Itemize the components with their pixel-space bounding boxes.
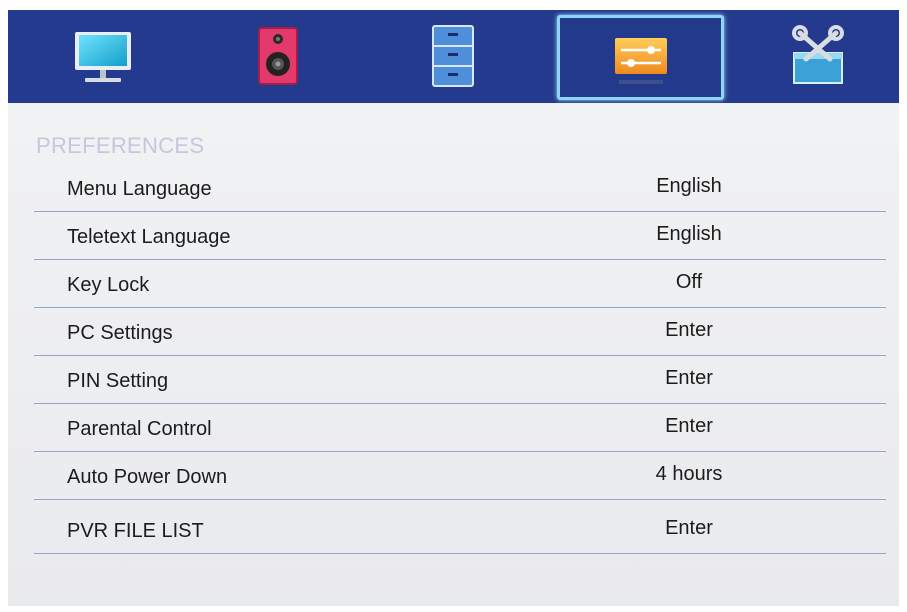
tab-sound[interactable]	[203, 10, 353, 103]
menu-item-parental-control[interactable]: Parental Control Enter	[34, 403, 886, 452]
menu-item-label: Teletext Language	[67, 226, 231, 248]
menu-item-value: English	[656, 175, 722, 197]
menu-item-pc-settings[interactable]: PC Settings Enter	[34, 307, 886, 356]
menu-item-pvr-file-list[interactable]: PVR FILE LIST Enter	[34, 505, 886, 554]
menu-item-value: Off	[675, 271, 703, 293]
page-title: PREFERENCES	[36, 133, 205, 158]
menu-item-value: 4 hours	[655, 463, 723, 485]
channel-list-icon	[432, 24, 474, 87]
menu-item-value: Enter	[665, 517, 713, 539]
menu-item-pin-setting[interactable]: PIN Setting Enter	[34, 355, 886, 404]
menu-item-value: Enter	[665, 319, 713, 341]
tab-channel[interactable]	[378, 10, 528, 103]
menu-item-label: Parental Control	[67, 418, 212, 440]
menu-item-value: Enter	[665, 367, 713, 389]
menu-item-label: PIN Setting	[67, 370, 169, 392]
preferences-panel: PREFERENCES Menu Language English Telete…	[8, 103, 899, 606]
menu-item-value: Enter	[665, 415, 713, 437]
menu-item-key-lock[interactable]: Key Lock Off	[34, 259, 886, 308]
menu-item-label: Menu Language	[67, 178, 212, 200]
tab-picture[interactable]	[28, 10, 178, 103]
speaker-icon	[258, 26, 298, 85]
menu-tab-bar	[8, 10, 899, 103]
menu-item-label: PC Settings	[67, 322, 173, 344]
menu-item-teletext-language[interactable]: Teletext Language English	[34, 211, 886, 260]
settings-menu: PREFERENCES Menu Language English Telete…	[8, 10, 899, 606]
tools-icon	[792, 24, 844, 84]
menu-item-auto-power-down[interactable]: Auto Power Down 4 hours	[34, 451, 886, 500]
menu-item-label: Auto Power Down	[67, 466, 228, 488]
tab-preferences[interactable]	[553, 10, 728, 103]
tab-setup[interactable]	[743, 10, 893, 103]
preferences-sliders-icon	[614, 37, 667, 84]
menu-item-label: PVR FILE LIST	[67, 520, 204, 542]
menu-item-label: Key Lock	[67, 274, 150, 296]
menu-item-menu-language[interactable]: Menu Language English	[34, 163, 886, 212]
menu-item-value: English	[656, 223, 722, 245]
tv-icon	[75, 31, 131, 82]
